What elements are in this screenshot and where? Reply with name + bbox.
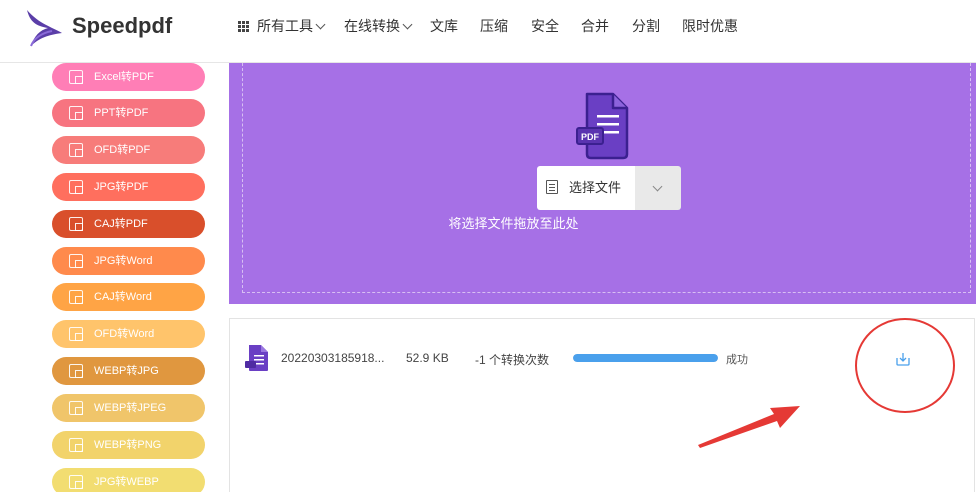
nav-all-tools[interactable]: 所有工具 bbox=[238, 16, 326, 36]
sidebar-item-ofd-to-pdf[interactable]: OFD转PDF bbox=[52, 136, 205, 164]
file-convert-icon bbox=[69, 290, 83, 304]
annotation-arrow bbox=[698, 406, 800, 448]
file-convert-icon bbox=[69, 143, 83, 157]
sidebar-item-label: JPG转WEBP bbox=[94, 476, 159, 488]
sidebar-item-label: OFD转Word bbox=[94, 328, 155, 340]
sidebar-item-label: OFD转PDF bbox=[94, 144, 151, 156]
nav-library[interactable]: 文库 bbox=[430, 16, 458, 36]
choose-file-control: 选择文件 bbox=[537, 166, 681, 210]
sidebar-item-label: CAJ转Word bbox=[94, 291, 152, 303]
file-convert-icon bbox=[69, 180, 83, 194]
conversion-count: -1 个转换次数 bbox=[475, 353, 550, 367]
file-name: 20220303185918... bbox=[281, 351, 385, 365]
file-convert-icon bbox=[69, 327, 83, 341]
file-convert-icon bbox=[69, 106, 83, 120]
sidebar-item-webp-to-jpg[interactable]: WEBP转JPG bbox=[52, 357, 205, 385]
nav-online-convert[interactable]: 在线转换 bbox=[344, 16, 413, 36]
sidebar-item-webp-to-png[interactable]: WEBP转PNG bbox=[52, 431, 205, 459]
drop-hint-text: 将选择文件拖放至此处 bbox=[448, 216, 579, 231]
page: Speedpdf 所有工具 在线转换 文库 压缩 安全 合并 分割 限时优惠 E… bbox=[0, 0, 976, 492]
image-convert-icon bbox=[69, 438, 83, 452]
pdf-file-icon bbox=[245, 345, 268, 371]
chevron-down-icon bbox=[652, 181, 663, 192]
sidebar-item-label: CAJ转PDF bbox=[94, 218, 148, 230]
nav-limited-offer[interactable]: 限时优惠 bbox=[682, 16, 738, 36]
nav-security[interactable]: 安全 bbox=[531, 16, 559, 36]
highlight-circle bbox=[855, 318, 955, 413]
image-convert-icon bbox=[69, 364, 83, 378]
chevron-down-icon bbox=[315, 19, 326, 30]
sidebar-item-ppt-to-pdf[interactable]: PPT转PDF bbox=[52, 99, 205, 127]
add-file-icon bbox=[546, 180, 558, 194]
sidebar: Excel转PDF PPT转PDF OFD转PDF JPG转PDF CAJ转PD… bbox=[0, 63, 229, 492]
status-text: 成功 bbox=[726, 354, 748, 366]
sidebar-item-jpg-to-webp[interactable]: JPG转WEBP bbox=[52, 468, 205, 492]
sidebar-item-jpg-to-word[interactable]: JPG转Word bbox=[52, 247, 205, 275]
speedpdf-logo[interactable] bbox=[22, 8, 66, 48]
nav-online-convert-label: 在线转换 bbox=[344, 18, 400, 34]
file-convert-icon bbox=[69, 217, 83, 231]
sidebar-item-caj-to-word[interactable]: CAJ转Word bbox=[52, 283, 205, 311]
sidebar-item-label: WEBP转JPEG bbox=[94, 402, 167, 414]
sidebar-item-label: PPT转PDF bbox=[94, 107, 149, 119]
nav-merge[interactable]: 合并 bbox=[581, 16, 609, 36]
nav-compress[interactable]: 压缩 bbox=[480, 16, 508, 36]
brand-name[interactable]: Speedpdf bbox=[72, 13, 172, 39]
sidebar-item-excel-to-pdf[interactable]: Excel转PDF bbox=[52, 63, 205, 91]
file-convert-icon bbox=[69, 70, 83, 84]
sidebar-item-ofd-to-word[interactable]: OFD转Word bbox=[52, 320, 205, 348]
progress-fill bbox=[573, 354, 718, 362]
choose-source-dropdown[interactable] bbox=[635, 166, 681, 210]
choose-file-button[interactable]: 选择文件 bbox=[537, 166, 635, 210]
sidebar-item-label: WEBP转JPG bbox=[94, 365, 159, 377]
nav-split[interactable]: 分割 bbox=[632, 16, 660, 36]
pdf-file-icon: PDF bbox=[576, 92, 629, 160]
nav-all-tools-label: 所有工具 bbox=[257, 18, 313, 34]
file-convert-icon bbox=[69, 254, 83, 268]
sidebar-item-label: JPG转Word bbox=[94, 255, 153, 267]
progress-bar bbox=[573, 354, 718, 362]
image-convert-icon bbox=[69, 401, 83, 415]
sidebar-item-jpg-to-pdf[interactable]: JPG转PDF bbox=[52, 173, 205, 201]
sidebar-item-label: WEBP转PNG bbox=[94, 439, 162, 451]
sidebar-item-caj-to-pdf[interactable]: CAJ转PDF bbox=[52, 210, 205, 238]
sidebar-item-label: JPG转PDF bbox=[94, 181, 149, 193]
grid-icon bbox=[238, 21, 249, 32]
header: Speedpdf 所有工具 在线转换 文库 压缩 安全 合并 分割 限时优惠 bbox=[0, 0, 976, 63]
choose-file-label: 选择文件 bbox=[569, 180, 622, 195]
upload-dropzone[interactable]: PDF 选择文件 将选择文件拖放至此处 bbox=[229, 63, 976, 304]
image-convert-icon bbox=[69, 475, 83, 489]
pdf-badge-label: PDF bbox=[581, 132, 600, 142]
sidebar-item-webp-to-jpeg[interactable]: WEBP转JPEG bbox=[52, 394, 205, 422]
chevron-down-icon bbox=[402, 19, 413, 30]
file-size: 52.9 KB bbox=[406, 351, 449, 365]
sidebar-item-label: Excel转PDF bbox=[94, 71, 154, 83]
